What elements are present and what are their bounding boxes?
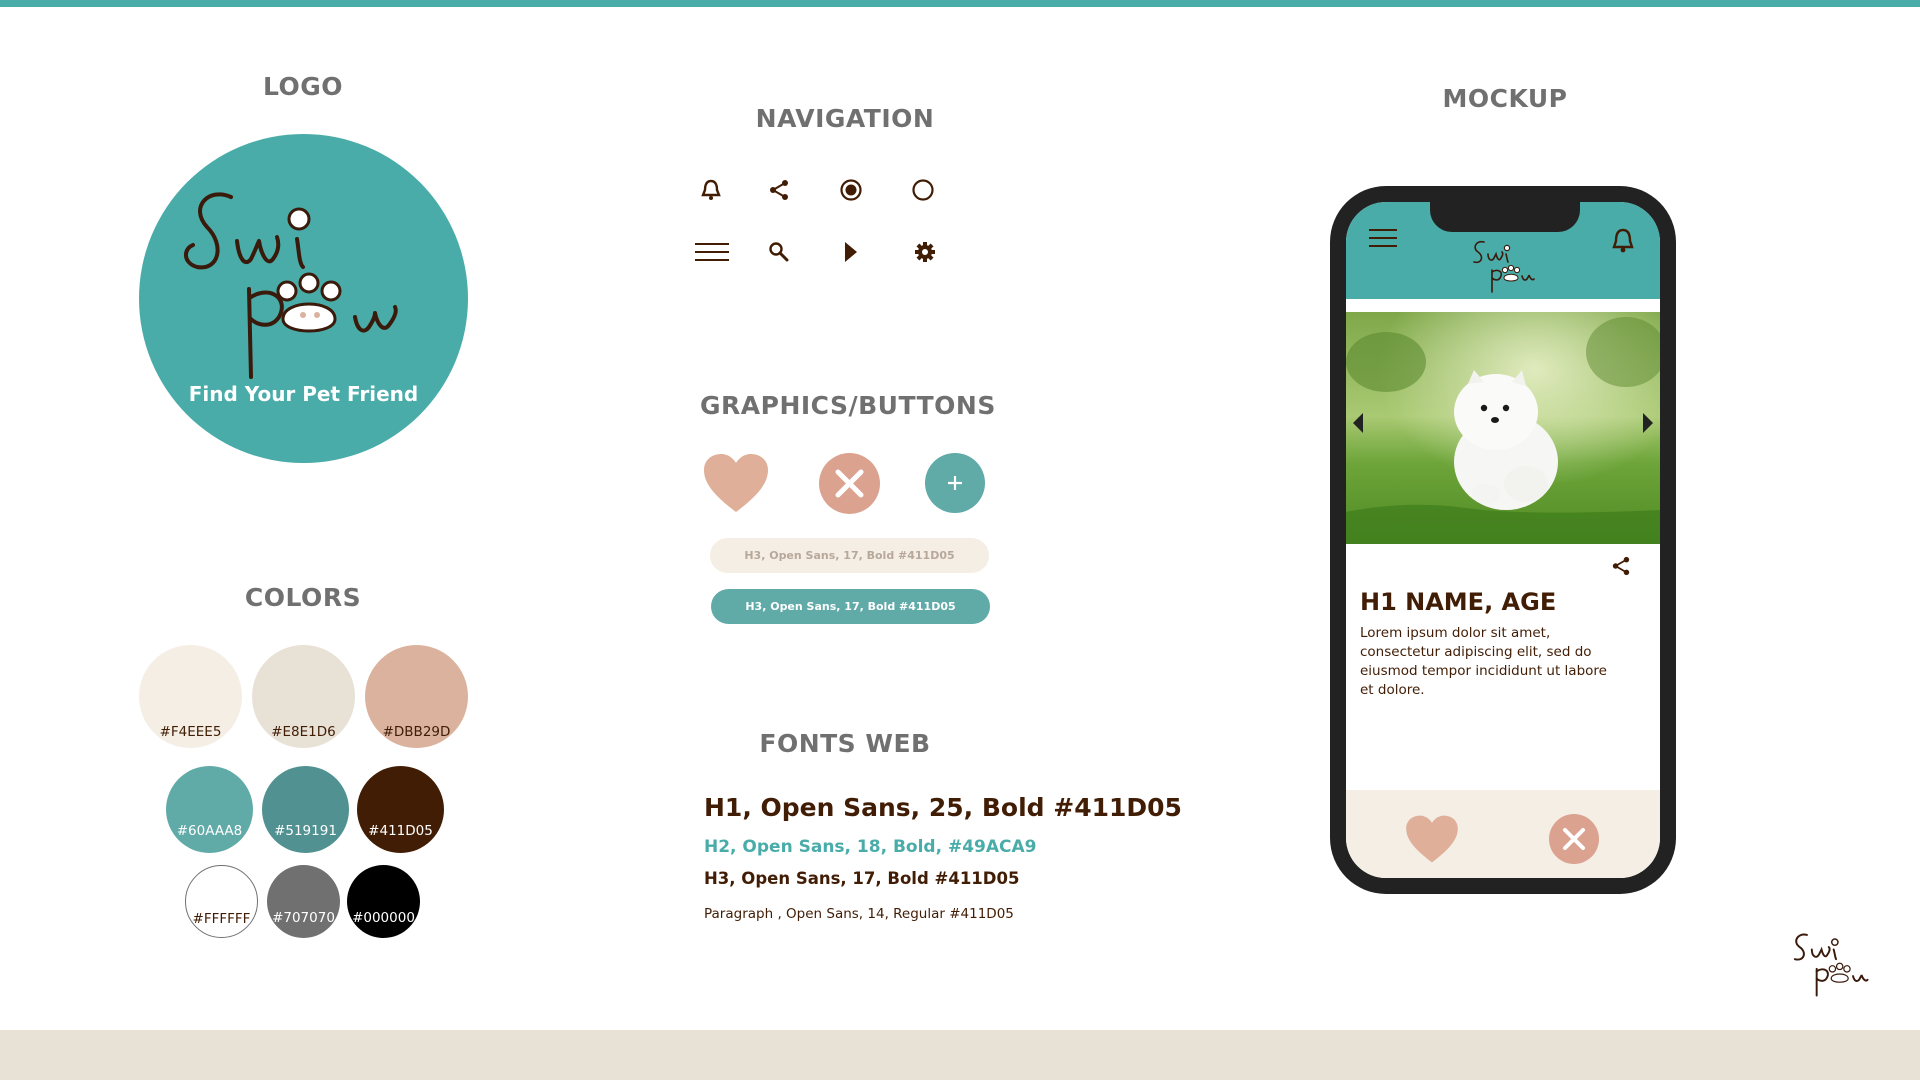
color-swatch-707070: #707070 (267, 865, 340, 938)
heart-icon[interactable] (702, 452, 770, 514)
bottom-band (0, 1030, 1920, 1080)
radio-selected-icon[interactable] (833, 172, 869, 208)
teal-pill-button[interactable]: H3, Open Sans, 17, Bold #411D05 (711, 589, 990, 624)
add-button[interactable] (925, 453, 985, 513)
phone-mockup: H1 NAME, AGE Lorem ipsum dolor sit amet,… (1330, 186, 1676, 894)
share-icon[interactable] (1611, 556, 1631, 576)
section-title-graphics: GRAPHICS/BUTTONS (700, 391, 996, 420)
section-title-fonts: FONTS WEB (759, 729, 931, 758)
logo-circle: Find Your Pet Friend (139, 134, 468, 463)
close-icon (1563, 828, 1585, 850)
color-label: #000000 (352, 910, 415, 926)
swipaw-corner-logo-icon (1793, 933, 1869, 997)
phone-notch (1430, 202, 1580, 232)
top-accent-bar (0, 0, 1920, 7)
color-swatch-60aaa8: #60AAA8 (166, 766, 253, 853)
share-icon[interactable] (761, 172, 797, 208)
close-icon (835, 469, 864, 498)
color-label: #FFFFFF (192, 911, 251, 927)
swipaw-logo-icon (184, 192, 398, 379)
menu-icon[interactable] (1368, 228, 1398, 248)
search-icon[interactable] (761, 234, 797, 270)
pet-description: Lorem ipsum dolor sit amet, consectetur … (1360, 625, 1607, 698)
section-title-navigation: NAVIGATION (755, 104, 935, 133)
next-arrow-icon[interactable] (1642, 412, 1654, 434)
logo-tagline: Find Your Pet Friend (188, 382, 419, 406)
plus-icon (948, 476, 962, 490)
font-sample-h3: H3, Open Sans, 17, Bold #411D05 (704, 869, 1020, 888)
color-label: #707070 (272, 910, 335, 926)
section-title-colors: COLORS (244, 583, 362, 612)
font-sample-paragraph: Paragraph , Open Sans, 14, Regular #411D… (704, 906, 1014, 922)
play-icon[interactable] (833, 234, 869, 270)
color-label: #60AAA8 (176, 823, 243, 839)
phone-screen: H1 NAME, AGE Lorem ipsum dolor sit amet,… (1346, 202, 1660, 878)
font-sample-h1: H1, Open Sans, 25, Bold #411D05 (704, 793, 1182, 822)
close-button[interactable] (819, 453, 880, 514)
color-label: #411D05 (368, 823, 433, 839)
menu-icon[interactable] (693, 234, 731, 270)
color-swatch-e8e1d6: #E8E1D6 (252, 645, 355, 748)
light-pill-button[interactable]: H3, Open Sans, 17, Bold #411D05 (710, 538, 989, 573)
pet-photo (1346, 312, 1660, 544)
color-swatch-519191: #519191 (262, 766, 349, 853)
section-title-logo: LOGO (262, 72, 344, 101)
color-swatch-ffffff: #FFFFFF (185, 865, 258, 938)
font-sample-h2: H2, Open Sans, 18, Bold, #49ACA9 (704, 837, 1037, 857)
color-swatch-f4eee5: #F4EEE5 (139, 645, 242, 748)
color-label: #F4EEE5 (159, 724, 222, 740)
swipaw-logo-icon (1473, 240, 1535, 293)
section-title-mockup: MOCKUP (1442, 84, 1568, 113)
gear-icon[interactable] (907, 234, 943, 270)
bell-icon[interactable] (1612, 228, 1634, 254)
radio-empty-icon[interactable] (905, 172, 941, 208)
bell-icon[interactable] (693, 172, 729, 208)
prev-arrow-icon[interactable] (1352, 412, 1364, 434)
color-label: #DBB29D (382, 724, 451, 740)
pet-name-age: H1 NAME, AGE (1360, 588, 1557, 616)
card-action-bar (1346, 790, 1660, 878)
color-label: #E8E1D6 (271, 724, 336, 740)
color-swatch-411d05: #411D05 (357, 766, 444, 853)
heart-icon[interactable] (1404, 814, 1460, 864)
color-label: #519191 (274, 823, 337, 839)
color-swatch-dbb29d: #DBB29D (365, 645, 468, 748)
color-swatch-000000: #000000 (347, 865, 420, 938)
close-button[interactable] (1549, 814, 1599, 864)
